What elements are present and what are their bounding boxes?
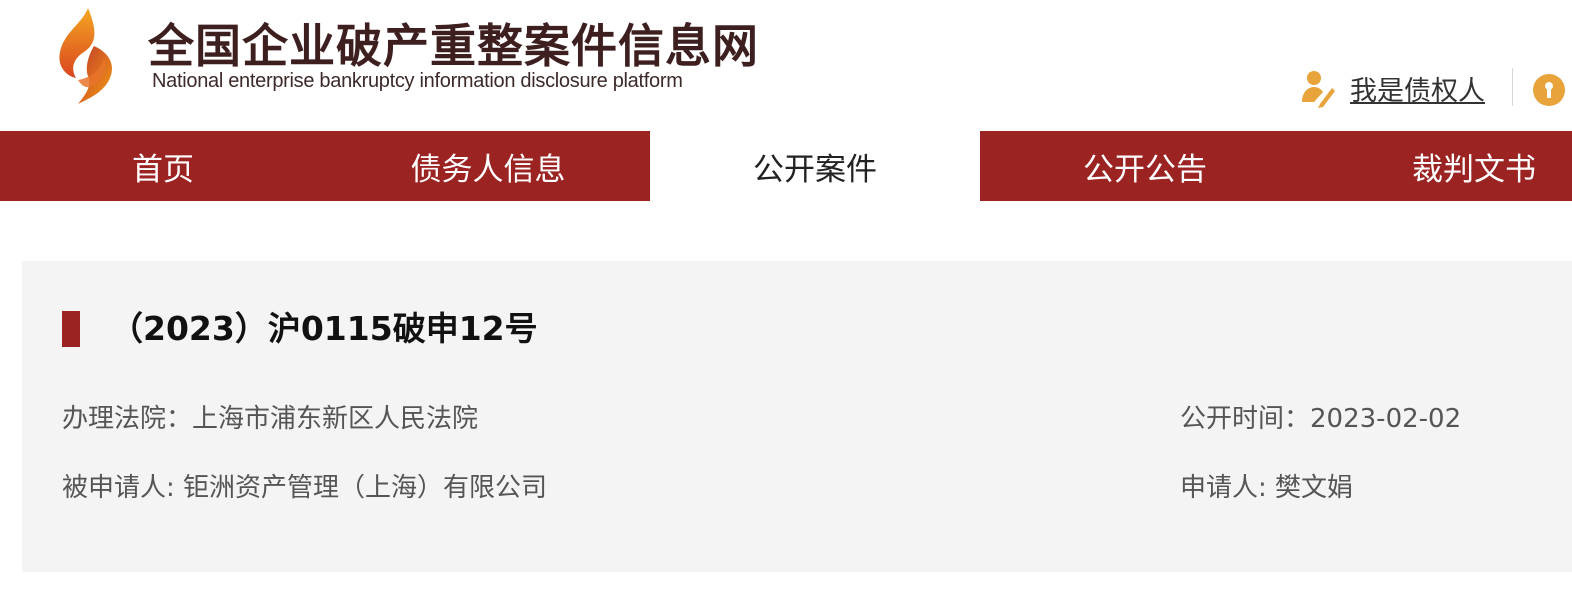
creditor-entry[interactable]: 我是债权人 bbox=[1300, 68, 1485, 108]
nav-tab-public-announcements[interactable]: 公开公告 bbox=[980, 131, 1310, 201]
creditor-link[interactable]: 我是债权人 bbox=[1350, 69, 1485, 108]
person-pen-icon bbox=[1302, 71, 1335, 108]
site-subtitle: National enterprise bankruptcy informati… bbox=[152, 70, 683, 92]
site-header: 全国企业破产重整案件信息网 National enterprise bankru… bbox=[0, 0, 1572, 131]
case-card[interactable]: （2023）沪0115破申12号 办理法院：上海市浦东新区人民法院 公开时间：2… bbox=[22, 261, 1572, 572]
nav-tab-public-cases[interactable]: 公开案件 bbox=[650, 131, 980, 201]
publish-time-row: 公开时间：2023-02-02 bbox=[1180, 399, 1461, 439]
main-nav: 首页 债务人信息 公开案件 公开公告 裁判文书 bbox=[0, 131, 1572, 201]
court-row: 办理法院：上海市浦东新区人民法院 bbox=[62, 399, 478, 439]
lock-icon[interactable] bbox=[1532, 73, 1572, 107]
title-marker bbox=[62, 311, 80, 347]
respondent-row: 被申请人: 钜洲资产管理（上海）有限公司 bbox=[62, 468, 547, 508]
nav-tab-debtor-info[interactable]: 债务人信息 bbox=[326, 131, 650, 201]
applicant-value: 樊文娟 bbox=[1275, 473, 1354, 503]
publish-time-value: 2023-02-02 bbox=[1310, 404, 1462, 434]
court-value: 上海市浦东新区人民法院 bbox=[192, 404, 479, 434]
respondent-value: 钜洲资产管理（上海）有限公司 bbox=[183, 473, 548, 503]
respondent-label: 被申请人: bbox=[62, 473, 184, 503]
applicant-row: 申请人: 樊文娟 bbox=[1180, 468, 1353, 508]
nav-tab-judgments[interactable]: 裁判文书 bbox=[1310, 131, 1572, 201]
nav-tab-home[interactable]: 首页 bbox=[0, 131, 326, 201]
court-label: 办理法院： bbox=[62, 404, 193, 434]
publish-time-label: 公开时间： bbox=[1180, 404, 1311, 434]
applicant-label: 申请人: bbox=[1180, 473, 1276, 503]
site-title: 全国企业破产重整案件信息网 bbox=[148, 19, 759, 73]
header-divider bbox=[1512, 68, 1513, 106]
flame-logo-icon[interactable] bbox=[52, 6, 122, 106]
case-number[interactable]: （2023）沪0115破申12号 bbox=[110, 305, 538, 353]
